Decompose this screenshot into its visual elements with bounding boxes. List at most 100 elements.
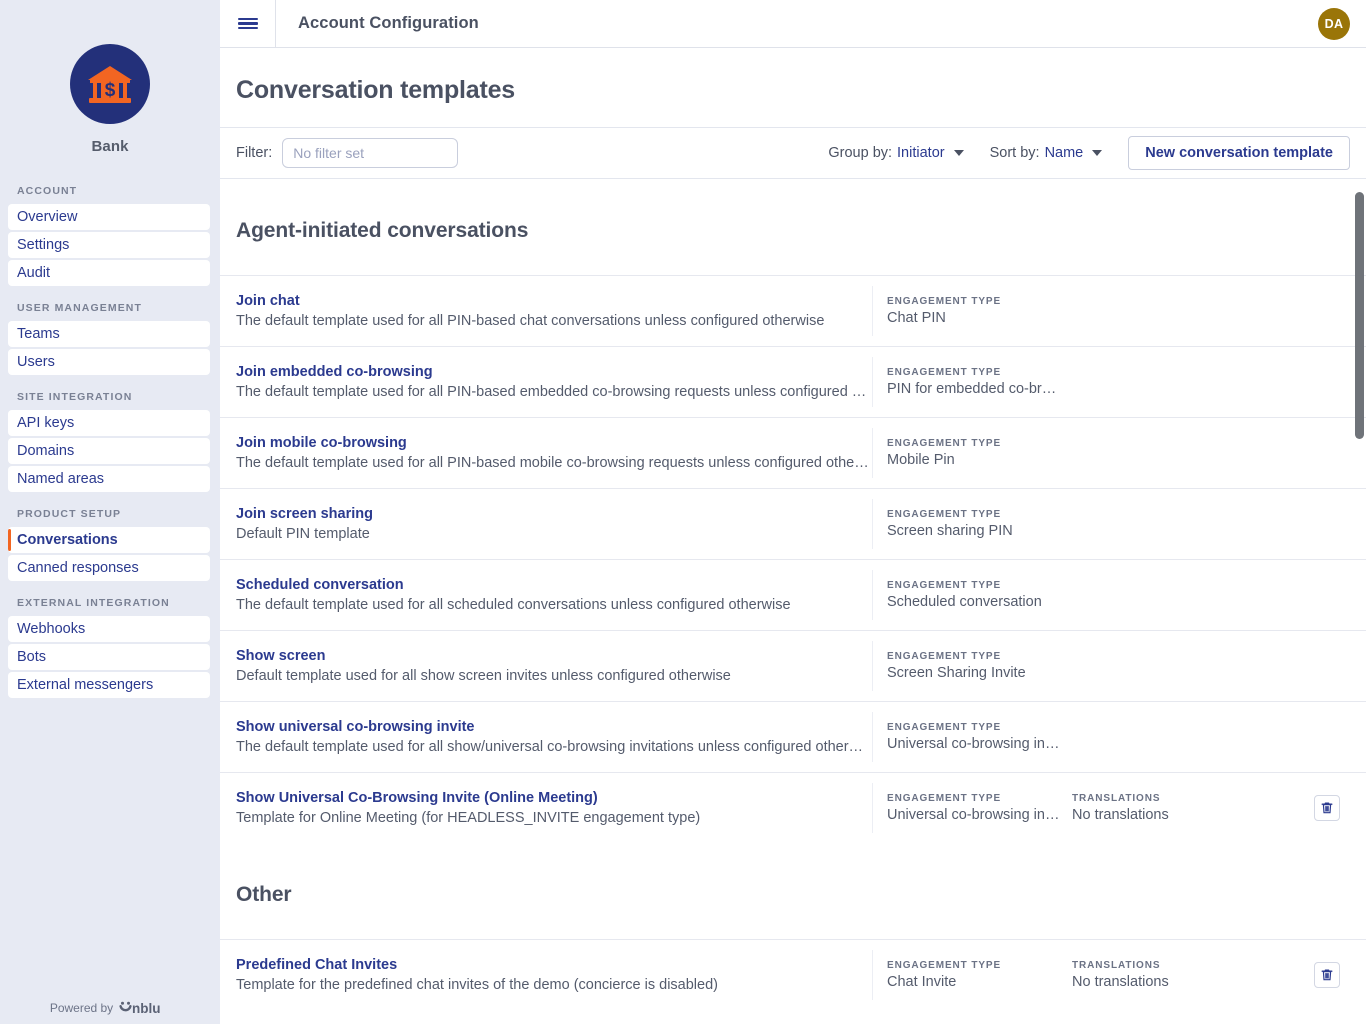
template-name-link[interactable]: Show Universal Co-Browsing Invite (Onlin… bbox=[236, 790, 872, 806]
template-name-link[interactable]: Join embedded co-browsing bbox=[236, 364, 872, 380]
sort-by-label: Sort by: bbox=[990, 145, 1040, 161]
nav-group-external-integration: EXTERNAL INTEGRATION Webhooks Bots Exter… bbox=[0, 597, 220, 698]
row-actions bbox=[1314, 962, 1366, 988]
svg-text:nblu: nblu bbox=[132, 1001, 161, 1016]
powered-by-footer: Powered by nblu bbox=[0, 1000, 220, 1016]
sidebar-item-domains[interactable]: Domains bbox=[8, 438, 210, 464]
filter-label: Filter: bbox=[236, 145, 272, 161]
topbar: Account Configuration DA bbox=[220, 0, 1366, 48]
nav-group-title: SITE INTEGRATION bbox=[0, 391, 220, 410]
engagement-type-cell: ENGAGEMENT TYPE Screen sharing PIN bbox=[887, 509, 1072, 539]
table-row[interactable]: Predefined Chat Invites Template for the… bbox=[220, 939, 1366, 1010]
svg-text:$: $ bbox=[105, 80, 116, 101]
section-title-agent-initiated: Agent-initiated conversations bbox=[220, 179, 1366, 275]
engagement-type-value: Screen sharing PIN bbox=[887, 523, 1060, 539]
nav-group-site-integration: SITE INTEGRATION API keys Domains Named … bbox=[0, 391, 220, 492]
row-main: Join chat The default template used for … bbox=[220, 293, 872, 329]
sidebar-item-external-messengers[interactable]: External messengers bbox=[8, 672, 210, 698]
nav-group-title: ACCOUNT bbox=[0, 185, 220, 204]
bank-building-dollar-icon: $ bbox=[70, 44, 150, 124]
brand-name: Bank bbox=[91, 138, 128, 155]
engagement-type-value: Universal co-browsing in… bbox=[887, 807, 1060, 823]
template-name-link[interactable]: Show screen bbox=[236, 648, 872, 664]
page-title: Conversation templates bbox=[236, 76, 1366, 105]
trash-icon bbox=[1320, 968, 1334, 982]
translations-cell: TRANSLATIONS No translations bbox=[1072, 793, 1277, 823]
engagement-type-cell: ENGAGEMENT TYPE Universal co-browsing in… bbox=[887, 793, 1072, 823]
vertical-scrollbar-thumb[interactable] bbox=[1355, 192, 1364, 439]
column-divider bbox=[872, 428, 873, 478]
app-root: $ Bank ACCOUNT Overview Settings Audit U… bbox=[0, 0, 1366, 1024]
nav-group-user-management: USER MANAGEMENT Teams Users bbox=[0, 302, 220, 375]
table-row[interactable]: Show screen Default template used for al… bbox=[220, 630, 1366, 701]
sidebar-item-settings[interactable]: Settings bbox=[8, 232, 210, 258]
sidebar-item-webhooks[interactable]: Webhooks bbox=[8, 616, 210, 642]
template-name-link[interactable]: Join screen sharing bbox=[236, 506, 872, 522]
sidebar-item-overview[interactable]: Overview bbox=[8, 204, 210, 230]
group-by-value: Initiator bbox=[897, 145, 945, 161]
translations-cell: TRANSLATIONS No translations bbox=[1072, 960, 1277, 990]
sidebar-item-conversations[interactable]: Conversations bbox=[8, 527, 210, 553]
toolbar: Filter: Group by: Initiator Sort by: Nam… bbox=[220, 127, 1366, 179]
sidebar-item-users[interactable]: Users bbox=[8, 349, 210, 375]
template-name-link[interactable]: Show universal co-browsing invite bbox=[236, 719, 872, 735]
engagement-type-value: PIN for embedded co-br… bbox=[887, 381, 1060, 397]
table-row[interactable]: Join chat The default template used for … bbox=[220, 275, 1366, 346]
engagement-type-label: ENGAGEMENT TYPE bbox=[887, 367, 1060, 378]
nav-group-title: PRODUCT SETUP bbox=[0, 508, 220, 527]
sort-by-select[interactable]: Sort by: Name bbox=[990, 145, 1103, 161]
chevron-down-icon bbox=[1092, 150, 1102, 156]
sidebar-item-audit[interactable]: Audit bbox=[8, 260, 210, 286]
group-by-label: Group by: bbox=[828, 145, 892, 161]
new-conversation-template-button[interactable]: New conversation template bbox=[1128, 136, 1350, 170]
sidebar-item-teams[interactable]: Teams bbox=[8, 321, 210, 347]
powered-by-label: Powered by bbox=[50, 1001, 113, 1015]
template-name-link[interactable]: Join chat bbox=[236, 293, 872, 309]
filter-input[interactable] bbox=[282, 138, 458, 168]
sidebar-item-api-keys[interactable]: API keys bbox=[8, 410, 210, 436]
sort-by-value: Name bbox=[1045, 145, 1084, 161]
table-row[interactable]: Join screen sharing Default PIN template… bbox=[220, 488, 1366, 559]
sidebar-item-canned-responses[interactable]: Canned responses bbox=[8, 555, 210, 581]
column-divider bbox=[872, 357, 873, 407]
template-name-link[interactable]: Scheduled conversation bbox=[236, 577, 872, 593]
group-by-select[interactable]: Group by: Initiator bbox=[828, 145, 963, 161]
table-row[interactable]: Show universal co-browsing invite The de… bbox=[220, 701, 1366, 772]
sidebar-nav: ACCOUNT Overview Settings Audit USER MAN… bbox=[0, 185, 220, 698]
avatar[interactable]: DA bbox=[1318, 8, 1350, 40]
chevron-down-icon bbox=[954, 150, 964, 156]
row-actions bbox=[1314, 795, 1366, 821]
translations-label: TRANSLATIONS bbox=[1072, 793, 1265, 804]
trash-icon bbox=[1320, 801, 1334, 815]
engagement-type-label: ENGAGEMENT TYPE bbox=[887, 438, 1060, 449]
unblu-logo-icon: nblu bbox=[118, 1000, 170, 1016]
section-title-other: Other bbox=[220, 843, 1366, 939]
template-name-link[interactable]: Predefined Chat Invites bbox=[236, 957, 872, 973]
engagement-type-cell: ENGAGEMENT TYPE Chat PIN bbox=[887, 296, 1072, 326]
row-main: Show Universal Co-Browsing Invite (Onlin… bbox=[220, 790, 872, 826]
template-name-link[interactable]: Join mobile co-browsing bbox=[236, 435, 872, 451]
column-divider bbox=[872, 570, 873, 620]
delete-template-button[interactable] bbox=[1314, 795, 1340, 821]
table-row[interactable]: Scheduled conversation The default templ… bbox=[220, 559, 1366, 630]
sidebar: $ Bank ACCOUNT Overview Settings Audit U… bbox=[0, 0, 220, 1024]
template-description: The default template used for all PIN-ba… bbox=[236, 384, 872, 400]
engagement-type-cell: ENGAGEMENT TYPE Chat Invite bbox=[887, 960, 1072, 990]
table-row[interactable]: Show Universal Co-Browsing Invite (Onlin… bbox=[220, 772, 1366, 843]
engagement-type-value: Scheduled conversation bbox=[887, 594, 1060, 610]
engagement-type-cell: ENGAGEMENT TYPE Universal co-browsing in… bbox=[887, 722, 1072, 752]
delete-template-button[interactable] bbox=[1314, 962, 1340, 988]
engagement-type-cell: ENGAGEMENT TYPE Scheduled conversation bbox=[887, 580, 1072, 610]
translations-value: No translations bbox=[1072, 807, 1265, 823]
table-row[interactable]: Join embedded co-browsing The default te… bbox=[220, 346, 1366, 417]
toolbar-right: Group by: Initiator Sort by: Name New co… bbox=[828, 136, 1350, 170]
hamburger-menu-icon[interactable] bbox=[220, 0, 276, 47]
page-breadcrumb-title: Account Configuration bbox=[298, 14, 479, 33]
main-content: Account Configuration DA Conversation te… bbox=[220, 0, 1366, 1024]
template-description: Default template used for all show scree… bbox=[236, 668, 872, 684]
table-row[interactable]: Join mobile co-browsing The default temp… bbox=[220, 417, 1366, 488]
template-description: The default template used for all schedu… bbox=[236, 597, 872, 613]
column-divider bbox=[872, 950, 873, 1000]
sidebar-item-named-areas[interactable]: Named areas bbox=[8, 466, 210, 492]
sidebar-item-bots[interactable]: Bots bbox=[8, 644, 210, 670]
